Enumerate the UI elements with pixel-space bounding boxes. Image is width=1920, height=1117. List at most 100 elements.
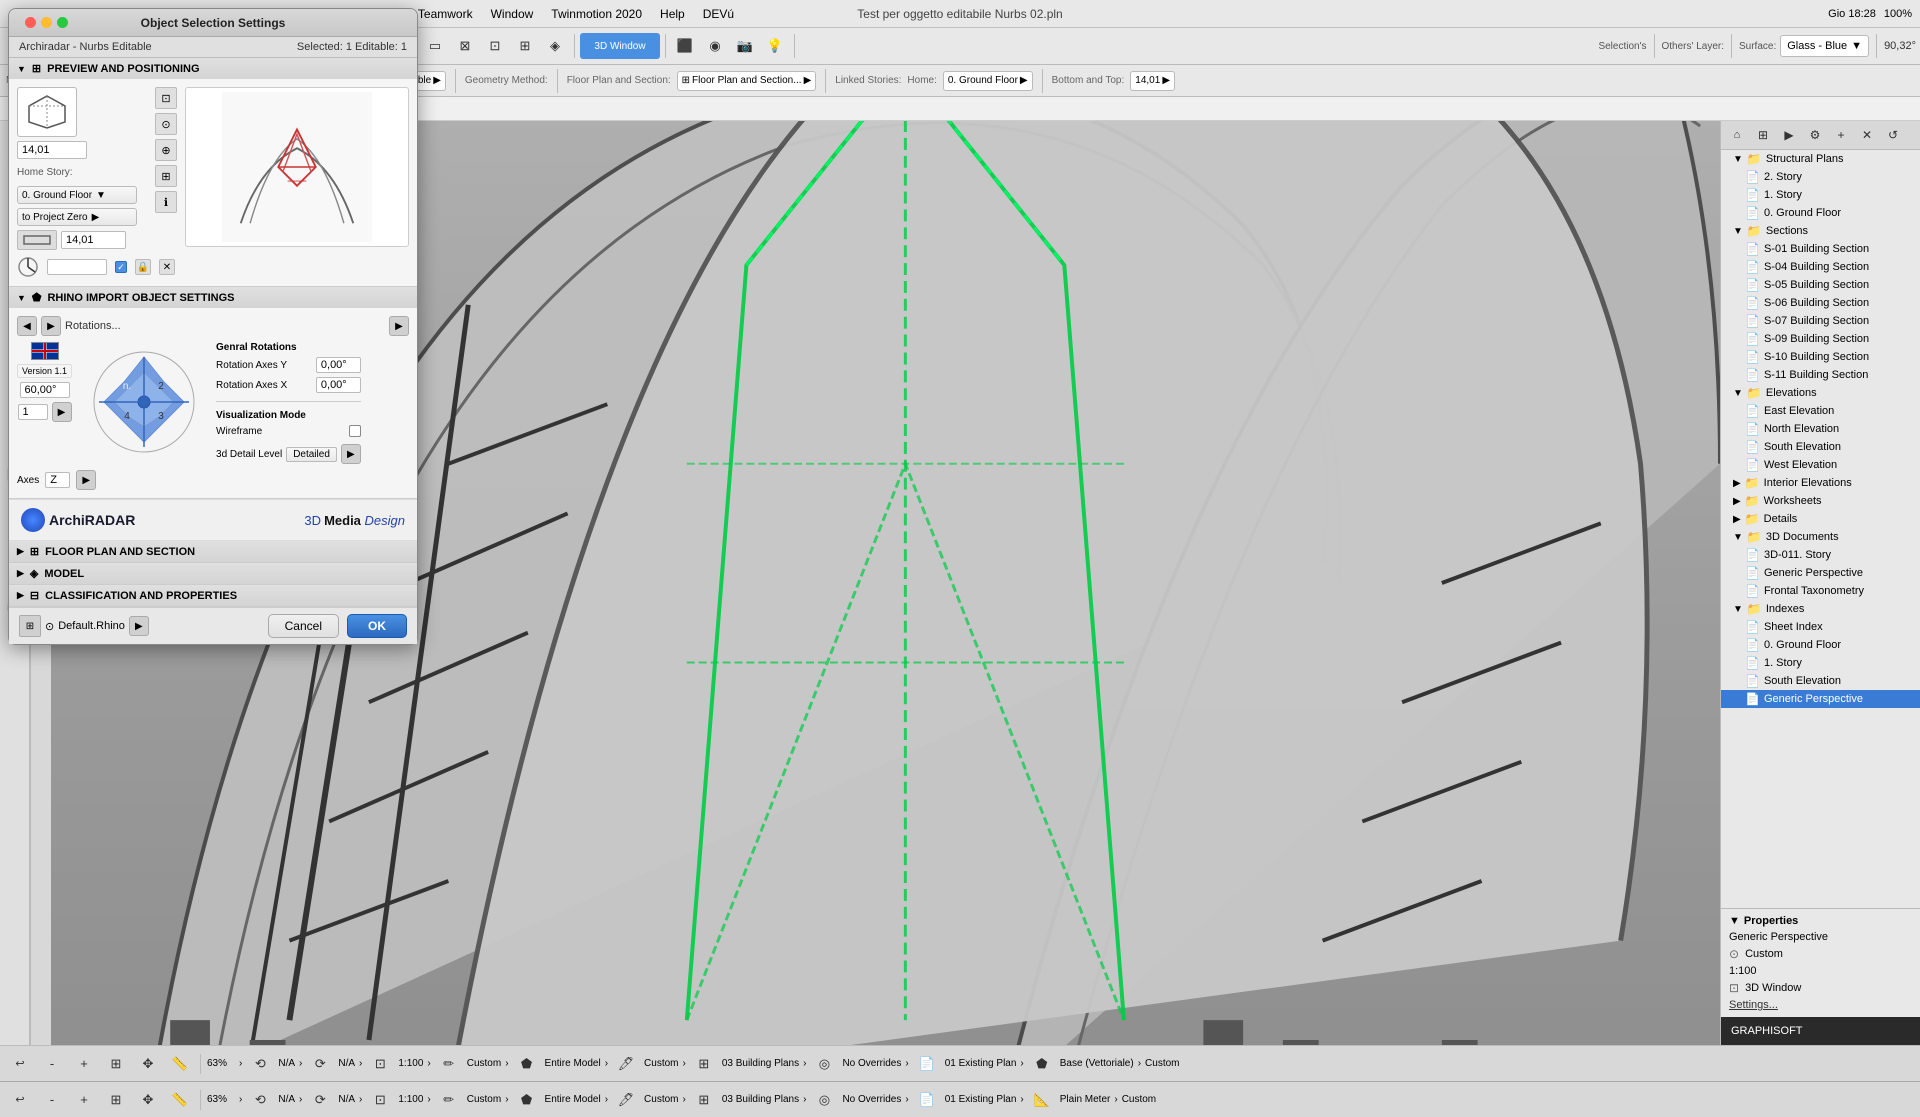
bt2-pen-icon[interactable]: ✏ — [435, 1087, 463, 1113]
rp-collapse-btn[interactable]: ▶ — [1777, 123, 1801, 147]
props-settings-row[interactable]: Settings... — [1729, 997, 1912, 1013]
tree-elevations[interactable]: ▼ 📁 Elevations — [1721, 384, 1920, 402]
tree-s04[interactable]: 📄 S-04 Building Section — [1721, 258, 1920, 276]
bt2-layer-icon[interactable]: ⊞ — [690, 1087, 718, 1113]
angle-lock-btn[interactable]: 🔒 — [135, 259, 151, 275]
floor-plan-header[interactable]: ▶ ⊞ FLOOR PLAN AND SECTION — [9, 541, 417, 562]
dialog-minimize-btn[interactable] — [41, 17, 52, 28]
rotations-btn[interactable]: Rotations... — [65, 320, 121, 332]
tree-sheet-index[interactable]: 📄 Sheet Index — [1721, 618, 1920, 636]
dialog-close-btn[interactable] — [25, 17, 36, 28]
rhino-expand-btn[interactable]: ▶ — [389, 316, 409, 336]
angle-reset-btn[interactable]: ✕ — [159, 259, 175, 275]
tree-frontal-tax[interactable]: 📄 Frontal Taxonometry — [1721, 582, 1920, 600]
bt2-arrow-back[interactable]: ↩ — [6, 1087, 34, 1113]
tree-idx-1-story[interactable]: 📄 1. Story — [1721, 654, 1920, 672]
tree-south-elev2[interactable]: 📄 South Elevation — [1721, 672, 1920, 690]
tree-east-elev[interactable]: 📄 East Elevation — [1721, 402, 1920, 420]
bt-prev[interactable]: ⟲ — [246, 1051, 274, 1077]
bt2-prev[interactable]: ⟲ — [246, 1087, 274, 1113]
light-btn[interactable]: 💡 — [761, 33, 789, 59]
tree-0-ground-floor[interactable]: 📄 0. Ground Floor — [1721, 204, 1920, 222]
angle-checkbox[interactable]: ✓ — [115, 261, 127, 273]
rp-settings-btn[interactable]: ⚙ — [1803, 123, 1827, 147]
menu-twinmotion[interactable]: Twinmotion 2020 — [543, 5, 650, 23]
view-3d-btn[interactable]: ⬛ — [671, 33, 699, 59]
bt-arrow-back[interactable]: ↩ — [6, 1051, 34, 1077]
bt-zoom-plus[interactable]: + — [70, 1051, 98, 1077]
counter-input[interactable] — [18, 404, 48, 420]
menu-teamwork[interactable]: Teamwork — [410, 5, 481, 23]
bt2-meter-icon[interactable]: 📐 — [1028, 1087, 1056, 1113]
window-tool[interactable]: ⊞ — [511, 33, 539, 59]
menu-devu[interactable]: DEVú — [695, 5, 742, 23]
bt2-zoom-minus[interactable]: - — [38, 1087, 66, 1113]
bt2-plan-icon[interactable]: 📄 — [913, 1087, 941, 1113]
tree-west-elev[interactable]: 📄 West Elevation — [1721, 456, 1920, 474]
axes-input[interactable] — [45, 472, 70, 488]
rhino-angle-input[interactable] — [20, 382, 70, 398]
counter-increment[interactable]: ▶ — [52, 402, 72, 422]
tree-generic-perspective2[interactable]: 📄 Generic Perspective — [1721, 690, 1920, 708]
tree-s01[interactable]: 📄 S-01 Building Section — [1721, 240, 1920, 258]
tree-s07[interactable]: 📄 S-07 Building Section — [1721, 312, 1920, 330]
bt-layer-icon[interactable]: ⊞ — [690, 1051, 718, 1077]
object-tool[interactable]: ◈ — [541, 33, 569, 59]
orbit-btn[interactable]: ◉ — [701, 33, 729, 59]
bt-model-icon[interactable]: ⬟ — [513, 1051, 541, 1077]
bt-vector-icon[interactable]: ⬟ — [1028, 1051, 1056, 1077]
rp-home-btn[interactable]: ⌂ — [1725, 123, 1749, 147]
bt2-measure[interactable]: 📏 — [166, 1087, 194, 1113]
3d-box-icon[interactable] — [17, 87, 77, 137]
tree-idx-ground-floor[interactable]: 📄 0. Ground Floor — [1721, 636, 1920, 654]
bt-next[interactable]: ⟳ — [306, 1051, 334, 1077]
bt-override-icon[interactable]: ◎ — [810, 1051, 838, 1077]
tree-3d-011[interactable]: 📄 3D-011. Story — [1721, 546, 1920, 564]
stair-tool[interactable]: ⊠ — [451, 33, 479, 59]
tree-s11[interactable]: 📄 S-11 Building Section — [1721, 366, 1920, 384]
camera-btn[interactable]: 📷 — [731, 33, 759, 59]
tree-structural-plans[interactable]: ▼ 📁 Structural Plans — [1721, 150, 1920, 168]
tree-s09[interactable]: 📄 S-09 Building Section — [1721, 330, 1920, 348]
tree-3d-documents[interactable]: ▼ 📁 3D Documents — [1721, 528, 1920, 546]
detail-level-btn[interactable]: Detailed — [286, 447, 337, 462]
rot-y-input[interactable] — [316, 357, 361, 373]
cancel-button[interactable]: Cancel — [268, 614, 339, 638]
tree-worksheets[interactable]: ▶ 📁 Worksheets — [1721, 492, 1920, 510]
tree-s10[interactable]: 📄 S-10 Building Section — [1721, 348, 1920, 366]
model-header[interactable]: ▶ ◈ MODEL — [9, 563, 417, 584]
bt-measure[interactable]: 📏 — [166, 1051, 194, 1077]
bt-dropdown[interactable]: 14,01 ▶ — [1130, 71, 1175, 91]
dialog-maximize-btn[interactable] — [57, 17, 68, 28]
rp-delete-btn[interactable]: ✕ — [1855, 123, 1879, 147]
3d-window-btn[interactable]: 3D Window — [580, 33, 660, 59]
menu-window[interactable]: Window — [483, 5, 542, 23]
preview-ctrl-2[interactable]: ⊙ — [155, 113, 177, 135]
bt2-model-icon[interactable]: ⬟ — [513, 1087, 541, 1113]
bt2-zoom-plus[interactable]: + — [70, 1087, 98, 1113]
ok-button[interactable]: OK — [347, 614, 407, 638]
rp-refresh-btn[interactable]: ↺ — [1881, 123, 1905, 147]
floor-dropdown[interactable]: ⊞ Floor Plan and Section... ▶ — [677, 71, 817, 91]
rp-add-btn[interactable]: + — [1829, 123, 1853, 147]
home-story-dropdown[interactable]: 0. Ground Floor ▼ — [17, 186, 137, 204]
rp-expand-btn[interactable]: ⊞ — [1751, 123, 1775, 147]
preview-ctrl-3[interactable]: ⊕ — [155, 139, 177, 161]
bt-plan-icon[interactable]: 📄 — [913, 1051, 941, 1077]
tree-s05[interactable]: 📄 S-05 Building Section — [1721, 276, 1920, 294]
tree-s06[interactable]: 📄 S-06 Building Section — [1721, 294, 1920, 312]
bt2-scale-icon[interactable]: ⊡ — [366, 1087, 394, 1113]
preview-section-header[interactable]: ▼ ⊞ PREVIEW AND POSITIONING — [9, 58, 417, 79]
tree-north-elev[interactable]: 📄 North Elevation — [1721, 420, 1920, 438]
rot-x-input[interactable] — [316, 377, 361, 393]
bt2-zoom-fit[interactable]: ⊞ — [102, 1087, 130, 1113]
preview-ctrl-5[interactable]: ℹ — [155, 191, 177, 213]
tree-1-story[interactable]: 📄 1. Story — [1721, 186, 1920, 204]
tree-details[interactable]: ▶ 📁 Details — [1721, 510, 1920, 528]
door-tool[interactable]: ⊡ — [481, 33, 509, 59]
home-dropdown[interactable]: 0. Ground Floor ▶ — [943, 71, 1033, 91]
bt-zoom-minus[interactable]: - — [38, 1051, 66, 1077]
bt-pen-icon[interactable]: ✏ — [435, 1051, 463, 1077]
rhino-section-header[interactable]: ▼ ⬟ RHINO IMPORT OBJECT SETTINGS — [9, 287, 417, 308]
bt-pan[interactable]: ✥ — [134, 1051, 162, 1077]
